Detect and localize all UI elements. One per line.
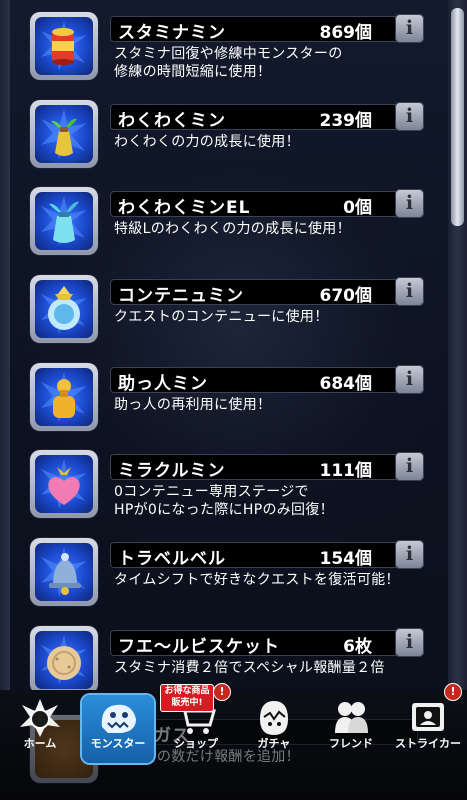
nav-label: フレンド	[329, 737, 373, 750]
biscuit-icon	[41, 635, 87, 685]
item-name-bar: ミラクルミン 111個	[110, 454, 418, 481]
info-icon: i	[405, 631, 414, 653]
item-count: 6枚	[343, 637, 372, 657]
item-icon-frame	[30, 450, 98, 518]
item-name: わくわくミンEL	[118, 198, 251, 218]
nav-label: モンスター	[90, 737, 146, 750]
item-name: トラベルベル	[118, 549, 226, 569]
info-button[interactable]: i	[395, 628, 424, 657]
info-icon: i	[405, 368, 414, 390]
item-count: 239個	[319, 111, 373, 131]
info-icon: i	[405, 17, 414, 39]
item-icon-frame	[30, 538, 98, 606]
list-item[interactable]: わくわくミンEL 0個 i 特級Lのわくわくの力の成長に使用！	[30, 187, 424, 263]
item-count: 670個	[319, 286, 373, 306]
list-item[interactable]: コンテニュミン 670個 i クエストのコンテニューに使用！	[30, 275, 424, 351]
item-description: 助っ人の再利用に使用！	[114, 397, 272, 413]
item-name: コンテニュミン	[118, 286, 244, 306]
item-name: フエ～ルビスケット	[118, 637, 280, 657]
shop-alert-badge: !	[214, 684, 230, 700]
item-description: わくわくの力の成長に使用！	[114, 134, 300, 150]
gacha-egg-icon	[260, 701, 288, 735]
sale-tag: お得な商品 販売中!	[160, 684, 214, 712]
list-item[interactable]: スタミナミン 869個 i スタミナ回復や修練中モンスターの 修練の時間短縮に使…	[30, 12, 424, 88]
item-name: 助っ人ミン	[118, 374, 208, 394]
item-name-bar: トラベルベル 154個	[110, 542, 418, 569]
item-name: スタミナミン	[118, 23, 226, 43]
fish-bottle-icon	[41, 196, 87, 246]
item-description: クエストのコンテニューに使用！	[114, 309, 329, 325]
list-item[interactable]: ミラクルミン 111個 i 0コンテニュー専用ステージで HPが0になった際にH…	[30, 450, 424, 526]
striker-card-icon	[412, 703, 444, 731]
striker-alert-badge: !	[445, 684, 461, 700]
crystal-jar-icon	[41, 284, 87, 334]
item-count: 684個	[319, 374, 373, 394]
list-item[interactable]: 助っ人ミン 684個 i 助っ人の再利用に使用！	[30, 363, 424, 439]
nav-gacha[interactable]: ガチャ	[238, 695, 310, 763]
item-name-bar: フエ～ルビスケット 6枚	[110, 630, 418, 657]
item-name: わくわくミン	[118, 111, 226, 131]
info-button[interactable]: i	[395, 540, 424, 569]
item-description: 特級Lのわくわくの力の成長に使用！	[114, 221, 351, 237]
list-item[interactable]: わくわくミン 239個 i わくわくの力の成長に使用！	[30, 100, 424, 176]
monster-icon	[101, 704, 136, 733]
nav-striker[interactable]: ストライカー	[392, 695, 464, 763]
item-description: スタミナ消費２倍でスペシャル報酬量２倍	[114, 660, 385, 676]
item-icon-frame	[30, 626, 98, 690]
item-count: 154個	[319, 549, 373, 569]
item-name: ミラクルミン	[118, 461, 226, 481]
stamina-can-icon	[41, 21, 87, 71]
nav-label: ショップ	[174, 737, 218, 750]
bell-icon	[41, 547, 87, 597]
bottom-nav: わくガス 出に日の数だけ報酬を追加！ ホーム モンスター ショップ ガチャ フレ…	[0, 684, 467, 800]
item-count: 111個	[319, 461, 373, 481]
info-button[interactable]: i	[395, 365, 424, 394]
nav-friend[interactable]: フレンド	[315, 695, 387, 763]
item-description: スタミナ回復や修練中モンスターの 修練の時間短縮に使用！	[114, 46, 343, 80]
item-icon-frame	[30, 12, 98, 80]
item-description: タイムシフトで好きなクエストを復活可能！	[114, 572, 400, 588]
nav-home[interactable]: ホーム	[4, 695, 76, 763]
item-icon-frame	[30, 100, 98, 168]
info-icon: i	[405, 192, 414, 214]
item-name-bar: 助っ人ミン 684個	[110, 367, 418, 394]
heart-bottle-icon	[41, 459, 87, 509]
item-list[interactable]: スタミナミン 869個 i スタミナ回復や修練中モンスターの 修練の時間短縮に使…	[0, 0, 448, 690]
item-name-bar: わくわくミンEL 0個	[110, 191, 418, 218]
item-name-bar: コンテニュミン 670個	[110, 279, 418, 306]
item-name-bar: スタミナミン 869個	[110, 16, 418, 43]
info-button[interactable]: i	[395, 277, 424, 306]
friend-icon	[335, 702, 368, 733]
info-button[interactable]: i	[395, 14, 424, 43]
item-icon-frame	[30, 275, 98, 343]
item-icon-frame	[30, 363, 98, 431]
info-icon: i	[405, 543, 414, 565]
info-button[interactable]: i	[395, 189, 424, 218]
helper-bottle-icon	[41, 372, 87, 422]
info-button[interactable]: i	[395, 102, 424, 131]
item-name-bar: わくわくミン 239個	[110, 104, 418, 131]
sprout-bottle-icon	[41, 109, 87, 159]
item-icon-frame	[30, 187, 98, 255]
info-icon: i	[405, 455, 414, 477]
home-icon	[20, 699, 60, 737]
info-button[interactable]: i	[395, 452, 424, 481]
nav-label: ストライカー	[395, 737, 461, 750]
scrollbar-thumb[interactable]	[451, 8, 464, 226]
item-description: 0コンテニュー専用ステージで HPが0になった際にHPのみ回復！	[114, 484, 334, 518]
nav-label: ガチャ	[257, 737, 291, 750]
item-count: 0個	[343, 198, 372, 218]
item-count: 869個	[319, 23, 373, 43]
list-item[interactable]: トラベルベル 154個 i タイムシフトで好きなクエストを復活可能！	[30, 538, 424, 614]
nav-monster[interactable]: モンスター	[82, 695, 154, 763]
nav-label: ホーム	[23, 737, 57, 750]
info-icon: i	[405, 105, 414, 127]
info-icon: i	[405, 280, 414, 302]
list-item[interactable]: フエ～ルビスケット 6枚 i スタミナ消費２倍でスペシャル報酬量２倍	[30, 626, 424, 690]
